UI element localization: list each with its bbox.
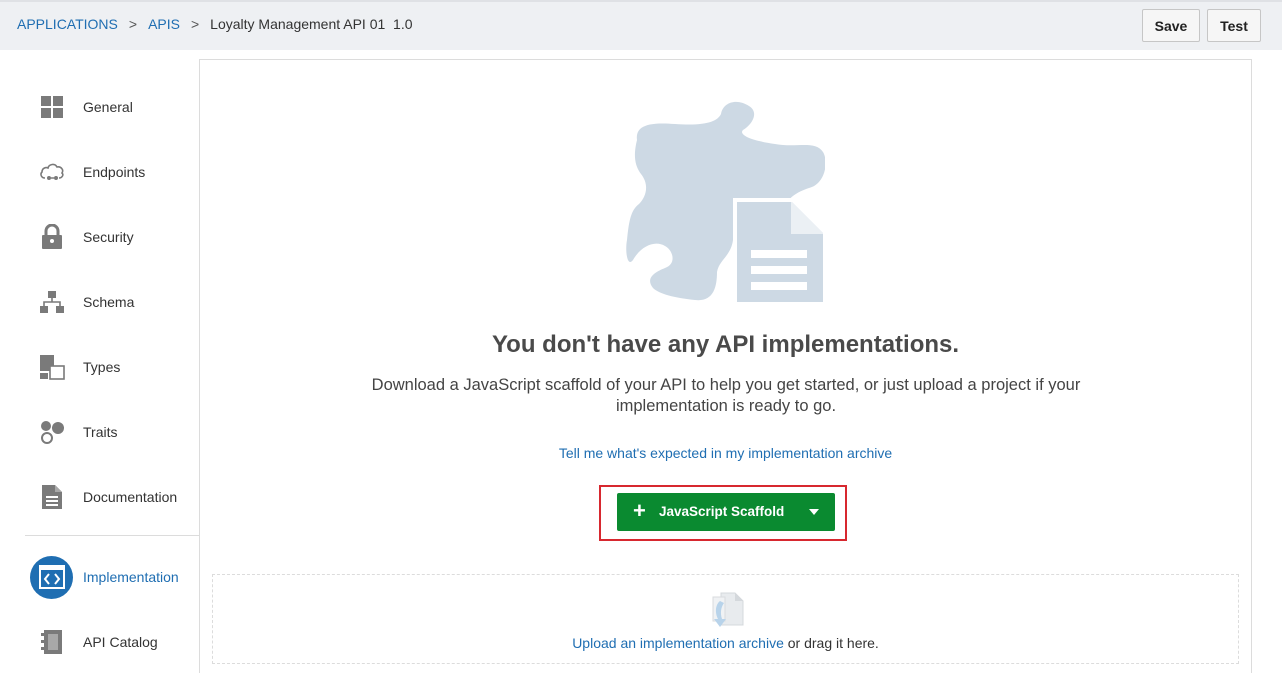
- caret-down-icon[interactable]: [809, 509, 819, 515]
- hierarchy-icon: [39, 289, 65, 315]
- sidebar: General Endpoints Security Schema Types …: [0, 50, 199, 673]
- upload-suffix: or drag it here.: [783, 635, 879, 651]
- traits-icon: [39, 419, 65, 445]
- top-bar: APPLICATIONS > APIS > Loyalty Management…: [0, 0, 1282, 50]
- empty-state-title: You don't have any API implementations.: [491, 331, 960, 358]
- puzzle-document-illustration: [625, 100, 827, 310]
- sidebar-item-types[interactable]: Types: [25, 342, 199, 392]
- test-button[interactable]: Test: [1207, 9, 1261, 42]
- breadcrumb-apis[interactable]: APIS: [148, 16, 180, 32]
- empty-state-description: Download a JavaScript scaffold of your A…: [371, 376, 1081, 415]
- cloud-icon: [39, 159, 65, 185]
- sidebar-item-label: Schema: [83, 294, 135, 310]
- document-icon: [39, 484, 65, 510]
- sidebar-item-endpoints[interactable]: Endpoints: [25, 147, 199, 197]
- javascript-scaffold-button[interactable]: + JavaScript Scaffold: [617, 493, 835, 531]
- upload-instructions: Upload an implementation archive or drag…: [213, 635, 1238, 651]
- types-icon: [39, 354, 65, 380]
- breadcrumb-separator: >: [190, 16, 200, 32]
- catalog-icon: [39, 629, 65, 655]
- sidebar-item-implementation[interactable]: Implementation: [25, 552, 199, 602]
- sidebar-item-traits[interactable]: Traits: [25, 407, 199, 457]
- sidebar-item-label: Documentation: [83, 489, 178, 505]
- lock-icon: [39, 224, 65, 250]
- upload-file-icon: [707, 591, 747, 636]
- plus-icon: +: [633, 498, 646, 523]
- scaffold-button-label: JavaScript Scaffold: [659, 504, 785, 519]
- code-icon: [30, 555, 73, 599]
- sidebar-divider: [25, 535, 199, 536]
- sidebar-item-label: Endpoints: [83, 164, 146, 180]
- sidebar-item-general[interactable]: General: [25, 82, 199, 132]
- sidebar-item-label: Security: [83, 229, 134, 245]
- sidebar-item-label: Implementation: [83, 569, 179, 585]
- implementation-archive-help-link[interactable]: Tell me what's expected in my implementa…: [200, 445, 1251, 461]
- breadcrumb-current: Loyalty Management API 01 1.0: [210, 16, 413, 32]
- sidebar-item-documentation[interactable]: Documentation: [25, 472, 199, 522]
- breadcrumb-applications[interactable]: APPLICATIONS: [17, 16, 118, 32]
- sidebar-item-label: Types: [83, 359, 121, 375]
- sidebar-item-security[interactable]: Security: [25, 212, 199, 262]
- upload-archive-link[interactable]: Upload an implementation archive: [572, 635, 784, 651]
- upload-dropzone[interactable]: Upload an implementation archive or drag…: [212, 574, 1239, 664]
- sidebar-item-label: Traits: [83, 424, 118, 440]
- sidebar-item-label: General: [83, 99, 133, 115]
- save-button[interactable]: Save: [1142, 9, 1200, 42]
- breadcrumb-separator: >: [128, 16, 138, 32]
- sidebar-item-schema[interactable]: Schema: [25, 277, 199, 327]
- grid-icon: [39, 94, 65, 120]
- breadcrumb: APPLICATIONS > APIS > Loyalty Management…: [17, 16, 413, 32]
- sidebar-item-label: API Catalog: [83, 634, 158, 650]
- implementation-panel: You don't have any API implementations. …: [199, 59, 1252, 673]
- sidebar-item-api-catalog[interactable]: API Catalog: [25, 617, 199, 667]
